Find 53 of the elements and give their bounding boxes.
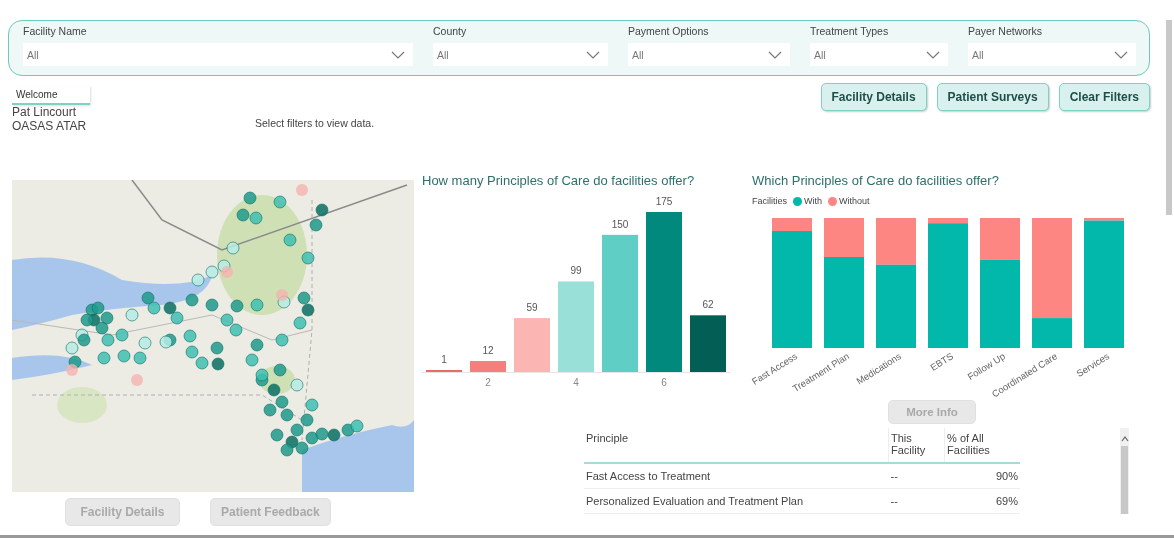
header-button[interactable]: Clear Filters (1058, 83, 1150, 111)
table-cell: 69% (944, 488, 1020, 514)
legend-label: With (804, 196, 822, 206)
table-cell: Personalized Evaluation and Treatment Plan (584, 488, 889, 514)
chart-title: Which Principles of Care do facilities offer? (752, 173, 999, 188)
table-cell: -- (888, 488, 945, 514)
header-button[interactable]: Patient Surveys (936, 83, 1049, 111)
filter-dropdown[interactable]: All (433, 43, 608, 66)
table-cell: 90% (944, 463, 1020, 489)
filter-dropdown[interactable]: All (810, 43, 948, 66)
table-cell: Fast Access to Treatment (584, 463, 889, 489)
welcome-label: Welcome (12, 86, 90, 105)
page-scrollbar[interactable] (1166, 20, 1172, 215)
filter-dropdown[interactable]: All (23, 43, 413, 66)
table-scrollbar[interactable] (1120, 428, 1129, 514)
filter-dropdown[interactable]: All (968, 43, 1136, 66)
data-label: 62 (702, 299, 714, 311)
data-label: 175 (655, 196, 673, 207)
data-label: 99 (570, 265, 582, 277)
axis-tick-label: 2 (485, 377, 491, 388)
filter-label: Treatment Types (810, 25, 889, 37)
map-drawing[interactable] (12, 180, 414, 492)
axis-tick-label: 4 (573, 377, 579, 388)
filter-label: Payment Options (628, 25, 709, 37)
data-label: 12 (482, 345, 494, 357)
bar (514, 318, 550, 372)
filter-label: Payer Networks (968, 25, 1043, 37)
user-name: Pat Lincourt (12, 105, 77, 119)
organization-name: OASAS ATAR (12, 119, 87, 133)
bar (690, 315, 726, 372)
chevron-down-icon (391, 50, 405, 59)
bar (470, 361, 506, 372)
legend-label: Without (839, 196, 870, 206)
chevron-down-icon (1114, 50, 1128, 59)
chevron-down-icon (768, 50, 782, 59)
column-header: % of All Facilities (944, 428, 1020, 463)
column-header: This Facility (888, 428, 945, 463)
column-header: Principle (584, 428, 889, 463)
filter-label: County (433, 25, 467, 37)
prompt-text: Select filters to view data. (255, 117, 375, 129)
chevron-down-icon (586, 50, 600, 59)
chevron-down-icon (926, 50, 940, 59)
header-button[interactable]: Facility Details (820, 83, 927, 111)
table-cell: -- (888, 463, 945, 489)
legend-title: Facilities (752, 196, 787, 206)
data-label: 1 (441, 354, 447, 365)
filter-dropdown[interactable]: All (628, 43, 790, 66)
axis-tick-label: 6 (661, 377, 667, 388)
filter-label: Facility Name (23, 25, 87, 37)
chart-title: How many Principles of Care do facilities offer? (422, 173, 695, 188)
data-label: 150 (611, 218, 629, 230)
data-label: 59 (526, 302, 538, 314)
caret-up-icon[interactable] (1120, 436, 1129, 442)
